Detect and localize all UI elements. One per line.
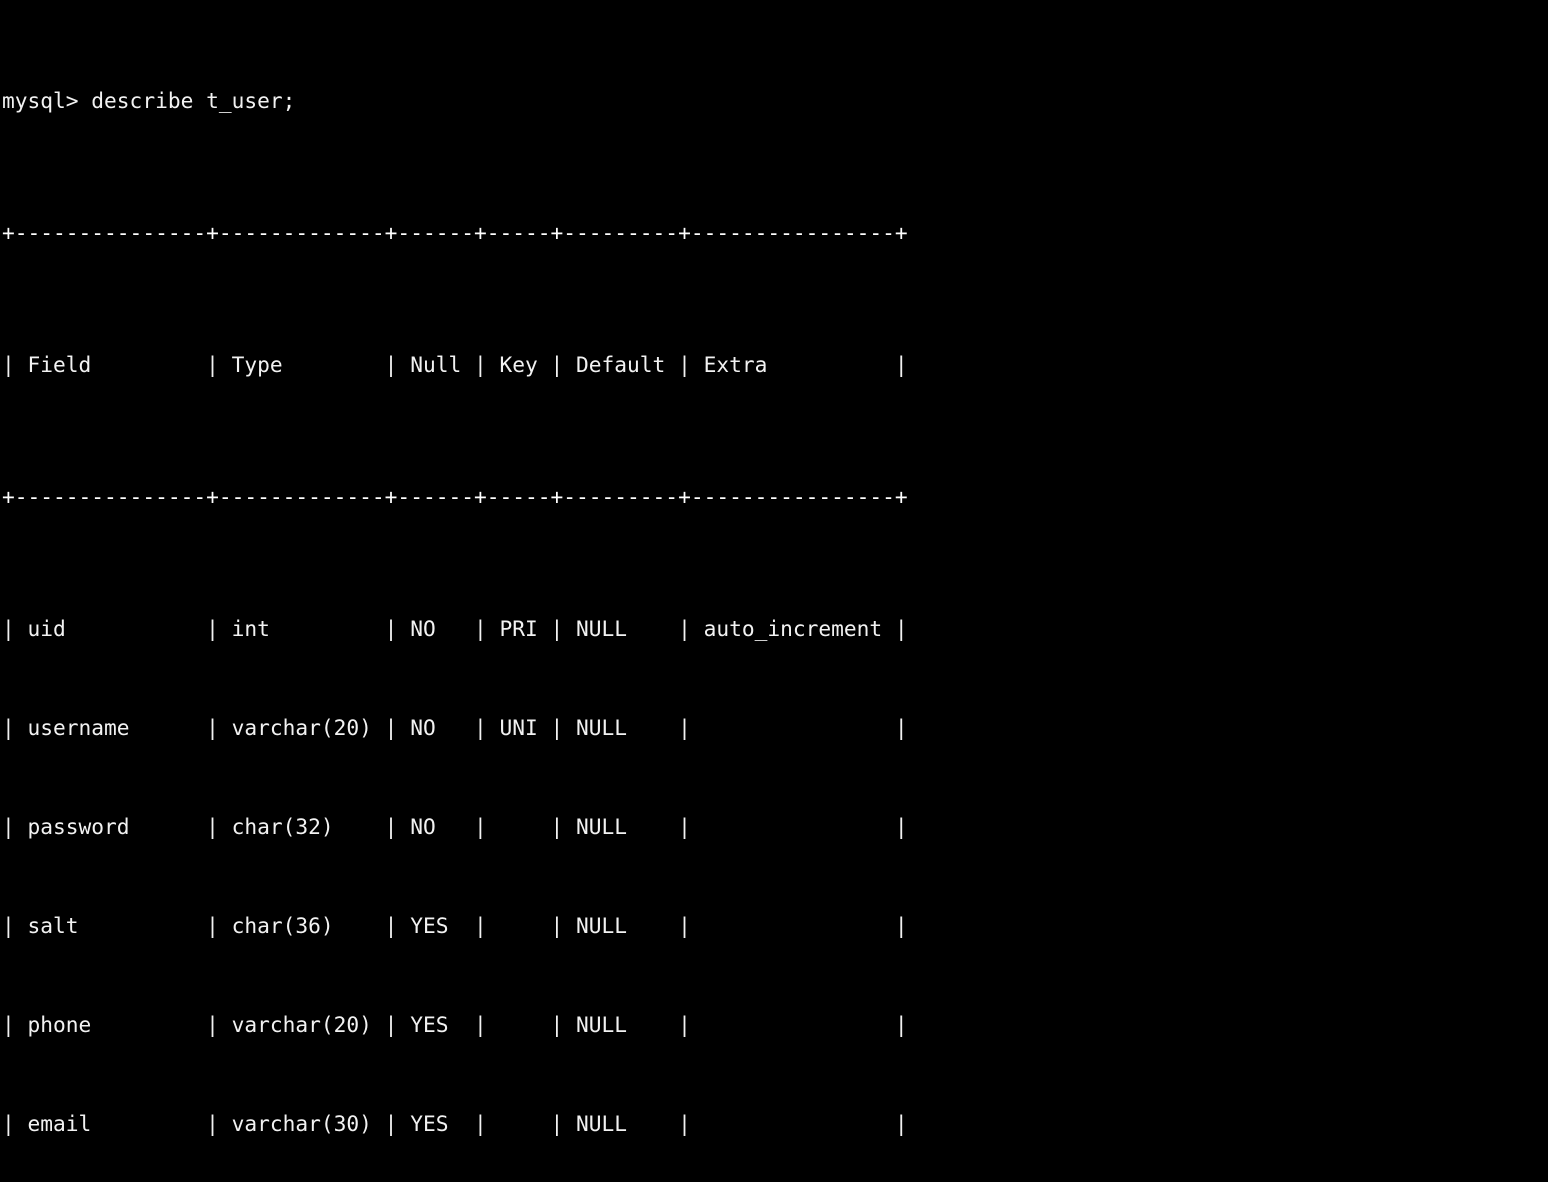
table-header-row: | Field | Type | Null | Key | Default | … [2,352,908,377]
table-row: | phone | varchar(20) | YES | | NULL | | [2,1012,908,1037]
table-border-top: +---------------+-------------+------+--… [2,220,908,245]
command-prompt-line: mysql> describe t_user; [2,88,296,113]
table-row: | password | char(32) | NO | | NULL | | [2,814,908,839]
table-border-header: +---------------+-------------+------+--… [2,484,908,509]
table-row: | username | varchar(20) | NO | UNI | NU… [2,715,908,740]
table-row: | email | varchar(30) | YES | | NULL | | [2,1111,908,1136]
terminal-window[interactable]: mysql> describe t_user; +---------------… [0,0,1548,1136]
table-row: | salt | char(36) | YES | | NULL | | [2,913,908,938]
table-row: | uid | int | NO | PRI | NULL | auto_inc… [2,616,908,641]
terminal-output: mysql> describe t_user; +---------------… [2,0,908,1182]
